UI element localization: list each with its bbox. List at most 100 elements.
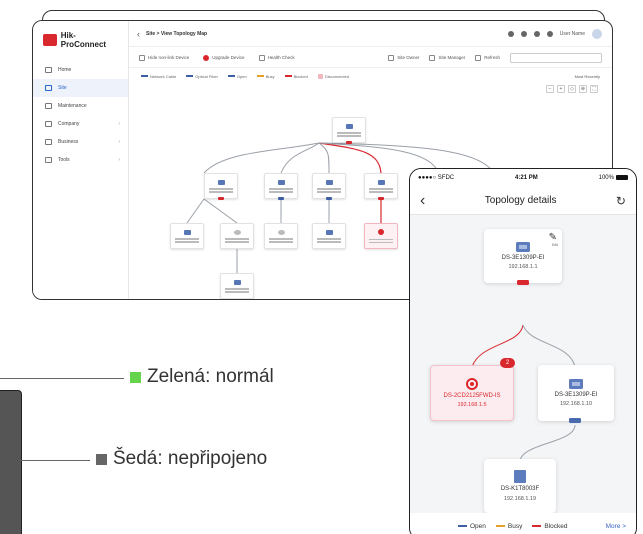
switch-node[interactable]: [204, 173, 238, 199]
notification-icon[interactable]: [507, 31, 514, 37]
page-title: Topology details: [484, 195, 557, 206]
sidebar-item-company[interactable]: Company ›: [33, 115, 128, 133]
legend-label: Busy: [265, 73, 275, 79]
upgrade-icon: [203, 54, 210, 61]
legend-label: Busy: [507, 522, 523, 530]
user-name[interactable]: User Name: [560, 31, 585, 37]
sidebar-item-business[interactable]: Business ›: [33, 133, 128, 151]
checkbox-icon: [139, 54, 145, 61]
legend-optical-fiber: Optical Fiber: [186, 74, 218, 79]
sidebar: Hik-ProConnect Home Site Maintenance Com…: [33, 21, 129, 299]
chevron-right-icon: ›: [118, 139, 120, 145]
refresh-button[interactable]: Refresh: [475, 54, 500, 61]
switch-node[interactable]: [312, 173, 346, 199]
legend-label: Open: [470, 522, 486, 530]
offline-device-node[interactable]: [220, 223, 254, 249]
port-indicator: [378, 197, 384, 200]
port-indicator: [326, 197, 332, 200]
sidebar-item-tools[interactable]: Tools ›: [33, 151, 128, 169]
brand-icon: [43, 34, 57, 46]
maintenance-icon: [45, 103, 52, 109]
site-manager-button[interactable]: Site Manager: [429, 54, 465, 61]
terminal-icon: [514, 470, 526, 484]
sidebar-item-label: Home: [58, 67, 72, 73]
back-icon[interactable]: ‹: [420, 192, 425, 210]
message-icon[interactable]: [533, 31, 540, 37]
switch-icon: [569, 378, 583, 389]
phone-header: ‹ Topology details ↻: [410, 187, 636, 215]
offline-device-node[interactable]: [264, 223, 298, 249]
business-icon: [45, 139, 52, 145]
device-icon: [183, 229, 191, 235]
device-ip: 192.168.1.10: [559, 401, 593, 408]
refresh-icon[interactable]: ↻: [616, 194, 626, 208]
sort-select[interactable]: Most Recently: [575, 74, 600, 79]
legend-green-text: Zelená: normál: [147, 366, 274, 387]
root-switch-node[interactable]: [332, 117, 366, 143]
port-indicator: [346, 141, 352, 144]
switch-node[interactable]: [364, 173, 398, 199]
health-check-button[interactable]: Health Check: [258, 54, 295, 61]
sidebar-item-site[interactable]: Site: [33, 79, 128, 97]
device-name: DS-2CD2125FWD-IS: [443, 392, 501, 399]
port-indicator: [569, 418, 581, 423]
legend-label: Blocked: [544, 522, 568, 530]
legend-open: Open: [227, 73, 247, 79]
alert-camera-card[interactable]: DS-2CD2125FWD-IS 192.168.1.5: [430, 365, 514, 421]
top-actions: User Name: [507, 29, 602, 39]
sidebar-item-maintenance[interactable]: Maintenance: [33, 97, 128, 115]
sidebar-item-home[interactable]: Home: [33, 61, 128, 79]
settings-icon[interactable]: [520, 31, 527, 37]
legend-label: Network Cable: [150, 73, 177, 79]
port-indicator: [278, 197, 284, 200]
legend-busy: Busy: [495, 522, 523, 530]
avatar[interactable]: [592, 29, 602, 39]
person-icon: [429, 54, 436, 61]
legend-label: Open: [236, 73, 247, 79]
device-ip: 192.168.1.5: [457, 402, 487, 409]
sidebar-item-label: Site: [58, 85, 67, 91]
alert-device-node[interactable]: [364, 223, 398, 249]
edit-label: Edit: [551, 243, 558, 247]
refresh-icon: [475, 54, 482, 61]
chevron-right-icon: ›: [118, 157, 120, 163]
access-terminal-card[interactable]: DS-K1T8003F 192.168.1.19: [484, 459, 556, 513]
switch-card[interactable]: DS-3E1309P-EI 192.168.1.10: [538, 365, 614, 421]
battery-icon: [615, 174, 628, 180]
health-icon: [258, 54, 265, 61]
leader-line: [20, 460, 90, 461]
back-icon[interactable]: ‹: [137, 29, 140, 39]
status-carrier: ●●●●○ SFDC: [418, 175, 455, 181]
switch-icon: [217, 179, 225, 185]
hide-non-link-toggle[interactable]: Hide non-link Device: [139, 54, 189, 61]
help-icon[interactable]: [546, 31, 553, 37]
device-name: DS-3E1309P-EI: [554, 391, 598, 398]
legend-green-label: Zelená: normál: [130, 366, 274, 388]
edit-icon[interactable]: ✎: [549, 232, 557, 243]
legend-label: Optical Fiber: [195, 73, 218, 79]
site-owner-button[interactable]: Site Owner: [388, 54, 419, 61]
root-switch-card[interactable]: DS-3E1309P-EI 192.168.1.1 ✎ Edit: [484, 229, 562, 283]
legend-gray-text: Šedá: nepřipojeno: [113, 448, 268, 469]
phone-legend: Open Busy Blocked More >: [410, 513, 636, 534]
device-ip: 192.168.1.1: [508, 264, 538, 271]
leader-line: [0, 378, 124, 379]
device-node[interactable]: [170, 223, 204, 249]
switch-node[interactable]: [264, 173, 298, 199]
brand-logo[interactable]: Hik-ProConnect: [33, 21, 128, 61]
device-icon: [277, 229, 285, 235]
search-input[interactable]: [510, 52, 602, 63]
sidebar-item-label: Maintenance: [58, 103, 87, 109]
device-node[interactable]: [312, 223, 346, 249]
legend-busy: Busy: [256, 73, 275, 79]
device-node[interactable]: [220, 273, 254, 299]
legend-open: Open: [458, 523, 486, 530]
phone-topology-canvas: DS-3E1309P-EI 192.168.1.1 ✎ Edit DS-2CD2…: [410, 215, 636, 515]
more-link[interactable]: More >: [606, 523, 626, 530]
status-time: 4:21 PM: [515, 175, 538, 181]
upgrade-device-button[interactable]: Upgrade Device: [203, 54, 245, 61]
toolbar-right: Site Owner Site Manager Refresh: [388, 52, 602, 63]
device-icon: [325, 229, 333, 235]
legend-disconnected: Disconnected: [317, 73, 349, 79]
status-battery: 100%: [599, 174, 628, 181]
